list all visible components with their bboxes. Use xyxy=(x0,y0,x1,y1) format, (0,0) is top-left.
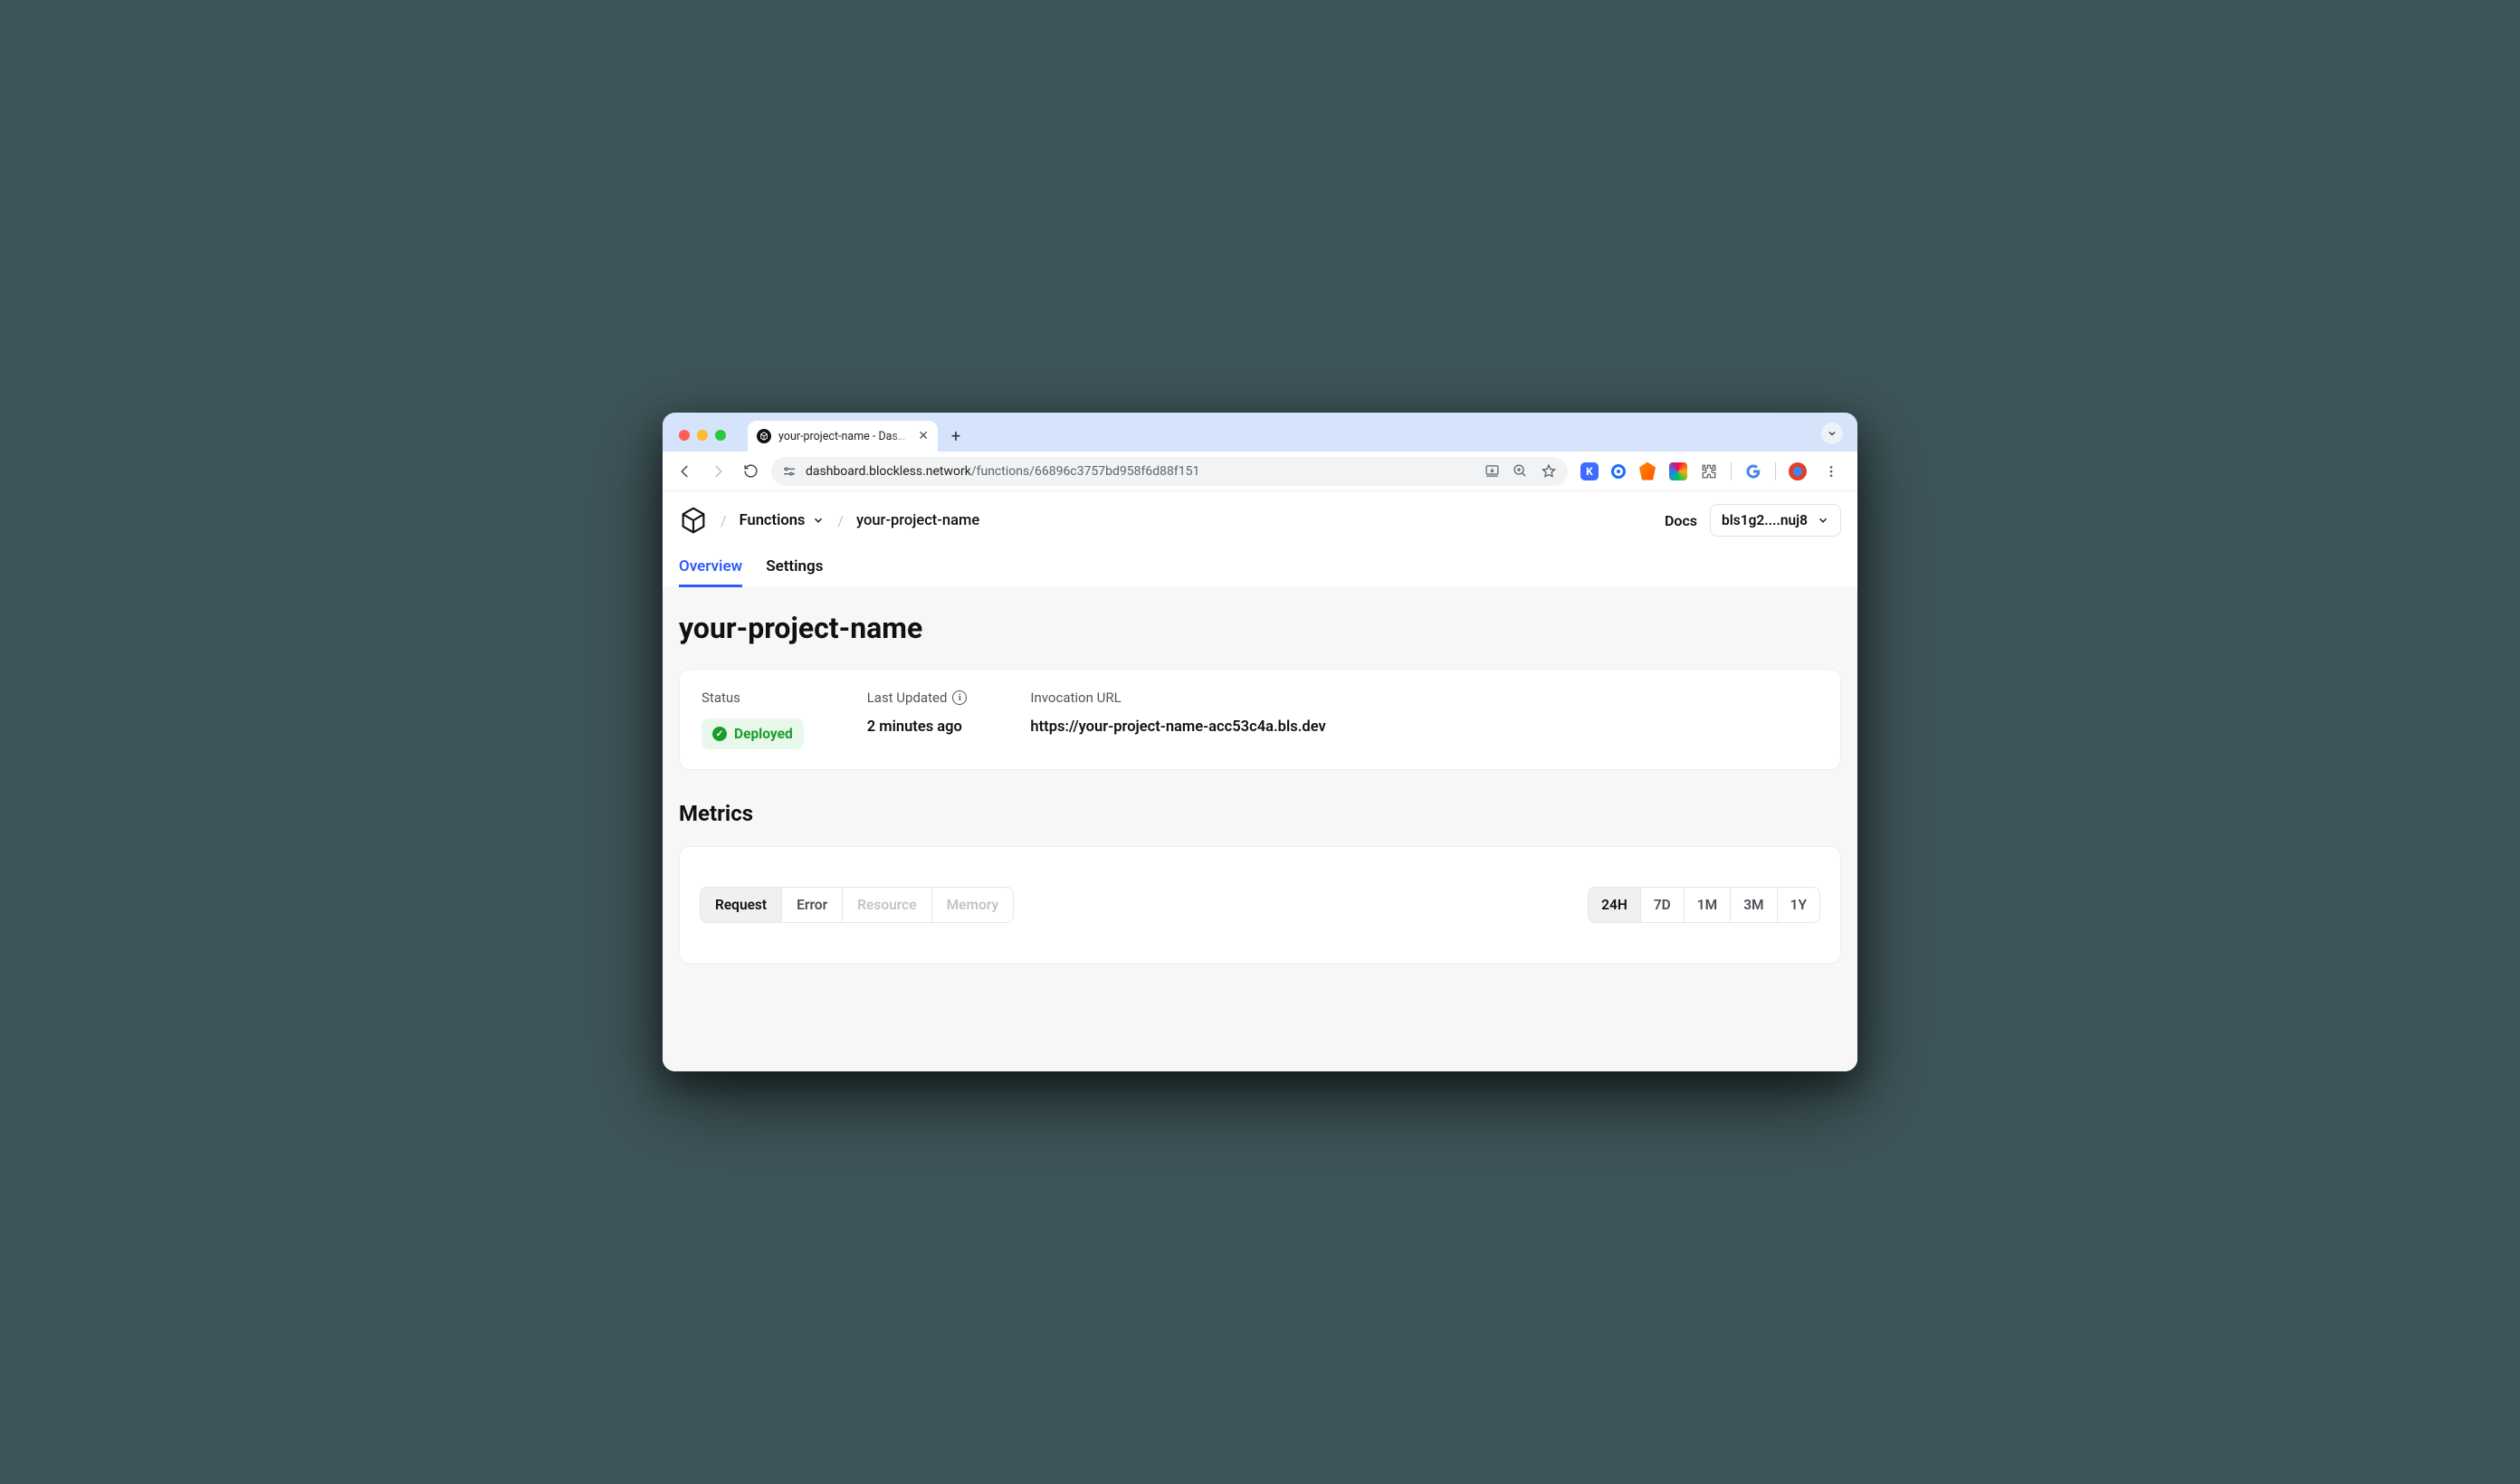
extension-icons: K xyxy=(1577,460,1847,483)
address-bar[interactable]: dashboard.blockless.network/functions/66… xyxy=(771,457,1568,486)
new-tab-button[interactable]: + xyxy=(943,423,969,449)
browser-tabstrip: your-project-name - Dashboard ✕ + xyxy=(663,413,1857,452)
tab-close-button[interactable]: ✕ xyxy=(918,429,929,443)
browser-tab[interactable]: your-project-name - Dashboard ✕ xyxy=(748,421,938,452)
metrics-time-segment: 24H 7D 1M 3M 1Y xyxy=(1588,887,1820,923)
last-updated-label: Last Updated i xyxy=(867,690,968,706)
zoom-icon[interactable] xyxy=(1513,463,1528,479)
wallet-address-short: bls1g2....nuj8 xyxy=(1722,512,1808,528)
metric-tab-request[interactable]: Request xyxy=(701,888,782,922)
browser-toolbar: dashboard.blockless.network/functions/66… xyxy=(663,452,1857,491)
profile-google-icon[interactable] xyxy=(1744,462,1762,480)
info-icon[interactable]: i xyxy=(952,690,967,705)
invocation-url-column: Invocation URL https://your-project-name… xyxy=(1030,690,1325,749)
tab-favicon xyxy=(757,429,771,443)
window-minimize-button[interactable] xyxy=(697,430,708,441)
dashboard-app: / Functions / your-project-name Docs bls… xyxy=(663,491,1857,1071)
extension-prism-icon[interactable] xyxy=(1669,462,1687,480)
tab-overview[interactable]: Overview xyxy=(679,557,742,587)
invocation-url-label: Invocation URL xyxy=(1030,690,1325,706)
time-7d[interactable]: 7D xyxy=(1641,888,1685,922)
breadcrumb-functions-label: Functions xyxy=(740,512,806,529)
extensions-menu-icon[interactable] xyxy=(1700,462,1718,480)
metric-tab-error[interactable]: Error xyxy=(782,888,843,922)
status-value: Deployed xyxy=(734,726,793,742)
metric-tab-memory[interactable]: Memory xyxy=(932,888,1014,922)
chevron-down-icon xyxy=(812,514,825,527)
window-controls xyxy=(672,430,733,452)
breadcrumb-project-label: your-project-name xyxy=(856,512,979,529)
extension-k-icon[interactable]: K xyxy=(1580,462,1599,480)
time-1y[interactable]: 1Y xyxy=(1778,888,1819,922)
window-close-button[interactable] xyxy=(679,430,690,441)
toolbar-divider xyxy=(1775,462,1776,480)
tab-title: your-project-name - Dashboard xyxy=(778,430,911,443)
status-label: Status xyxy=(702,690,804,706)
extension-metamask-icon[interactable] xyxy=(1638,462,1656,480)
extension-target-icon[interactable] xyxy=(1611,464,1626,479)
status-badge: ✓ Deployed xyxy=(702,718,804,749)
breadcrumb-separator: / xyxy=(837,512,844,529)
nav-back-button[interactable] xyxy=(673,460,697,483)
last-updated-column: Last Updated i 2 minutes ago xyxy=(867,690,968,749)
metrics-type-segment: Request Error Resource Memory xyxy=(700,887,1014,923)
page-body: your-project-name Status ✓ Deployed Last… xyxy=(663,587,1857,1071)
tab-settings[interactable]: Settings xyxy=(766,557,823,587)
chevron-down-icon xyxy=(1817,514,1829,527)
metrics-heading: Metrics xyxy=(679,801,1841,826)
last-updated-label-text: Last Updated xyxy=(867,690,948,706)
address-url: dashboard.blockless.network/functions/66… xyxy=(806,464,1475,479)
profile-avatar-icon[interactable] xyxy=(1789,462,1807,480)
toolbar-divider xyxy=(1731,462,1732,480)
metric-tab-resource[interactable]: Resource xyxy=(843,888,931,922)
bookmark-star-icon[interactable] xyxy=(1541,463,1557,480)
browser-window: your-project-name - Dashboard ✕ + dashbo… xyxy=(663,413,1857,1071)
breadcrumb-functions[interactable]: Functions xyxy=(740,512,826,529)
install-app-icon[interactable] xyxy=(1484,463,1500,479)
status-column: Status ✓ Deployed xyxy=(702,690,804,749)
breadcrumb-project[interactable]: your-project-name xyxy=(856,512,979,529)
project-info-card: Status ✓ Deployed Last Updated i 2 minut… xyxy=(679,669,1841,770)
nav-reload-button[interactable] xyxy=(739,460,762,483)
last-updated-value: 2 minutes ago xyxy=(867,718,968,736)
check-circle-icon: ✓ xyxy=(712,727,727,741)
blockless-logo-icon[interactable] xyxy=(679,506,708,535)
docs-link[interactable]: Docs xyxy=(1665,512,1697,529)
window-maximize-button[interactable] xyxy=(715,430,726,441)
nav-forward-button[interactable] xyxy=(706,460,730,483)
time-3m[interactable]: 3M xyxy=(1731,888,1777,922)
browser-menu-button[interactable] xyxy=(1819,460,1843,483)
tabs-overflow-button[interactable] xyxy=(1821,423,1843,444)
time-24h[interactable]: 24H xyxy=(1589,888,1641,922)
project-title: your-project-name xyxy=(679,611,1841,645)
site-settings-icon[interactable] xyxy=(782,464,797,479)
app-header: / Functions / your-project-name Docs bls… xyxy=(663,491,1857,549)
url-path: /functions/66896c3757bd958f6d88f151 xyxy=(971,464,1199,479)
url-host: dashboard.blockless.network xyxy=(806,464,971,479)
wallet-selector[interactable]: bls1g2....nuj8 xyxy=(1710,504,1841,537)
page-tabs: Overview Settings xyxy=(663,549,1857,587)
metrics-card: Request Error Resource Memory 24H 7D 1M … xyxy=(679,846,1841,964)
invocation-url-value[interactable]: https://your-project-name-acc53c4a.bls.d… xyxy=(1030,718,1325,736)
breadcrumb-separator: / xyxy=(721,512,727,529)
time-1m[interactable]: 1M xyxy=(1685,888,1731,922)
